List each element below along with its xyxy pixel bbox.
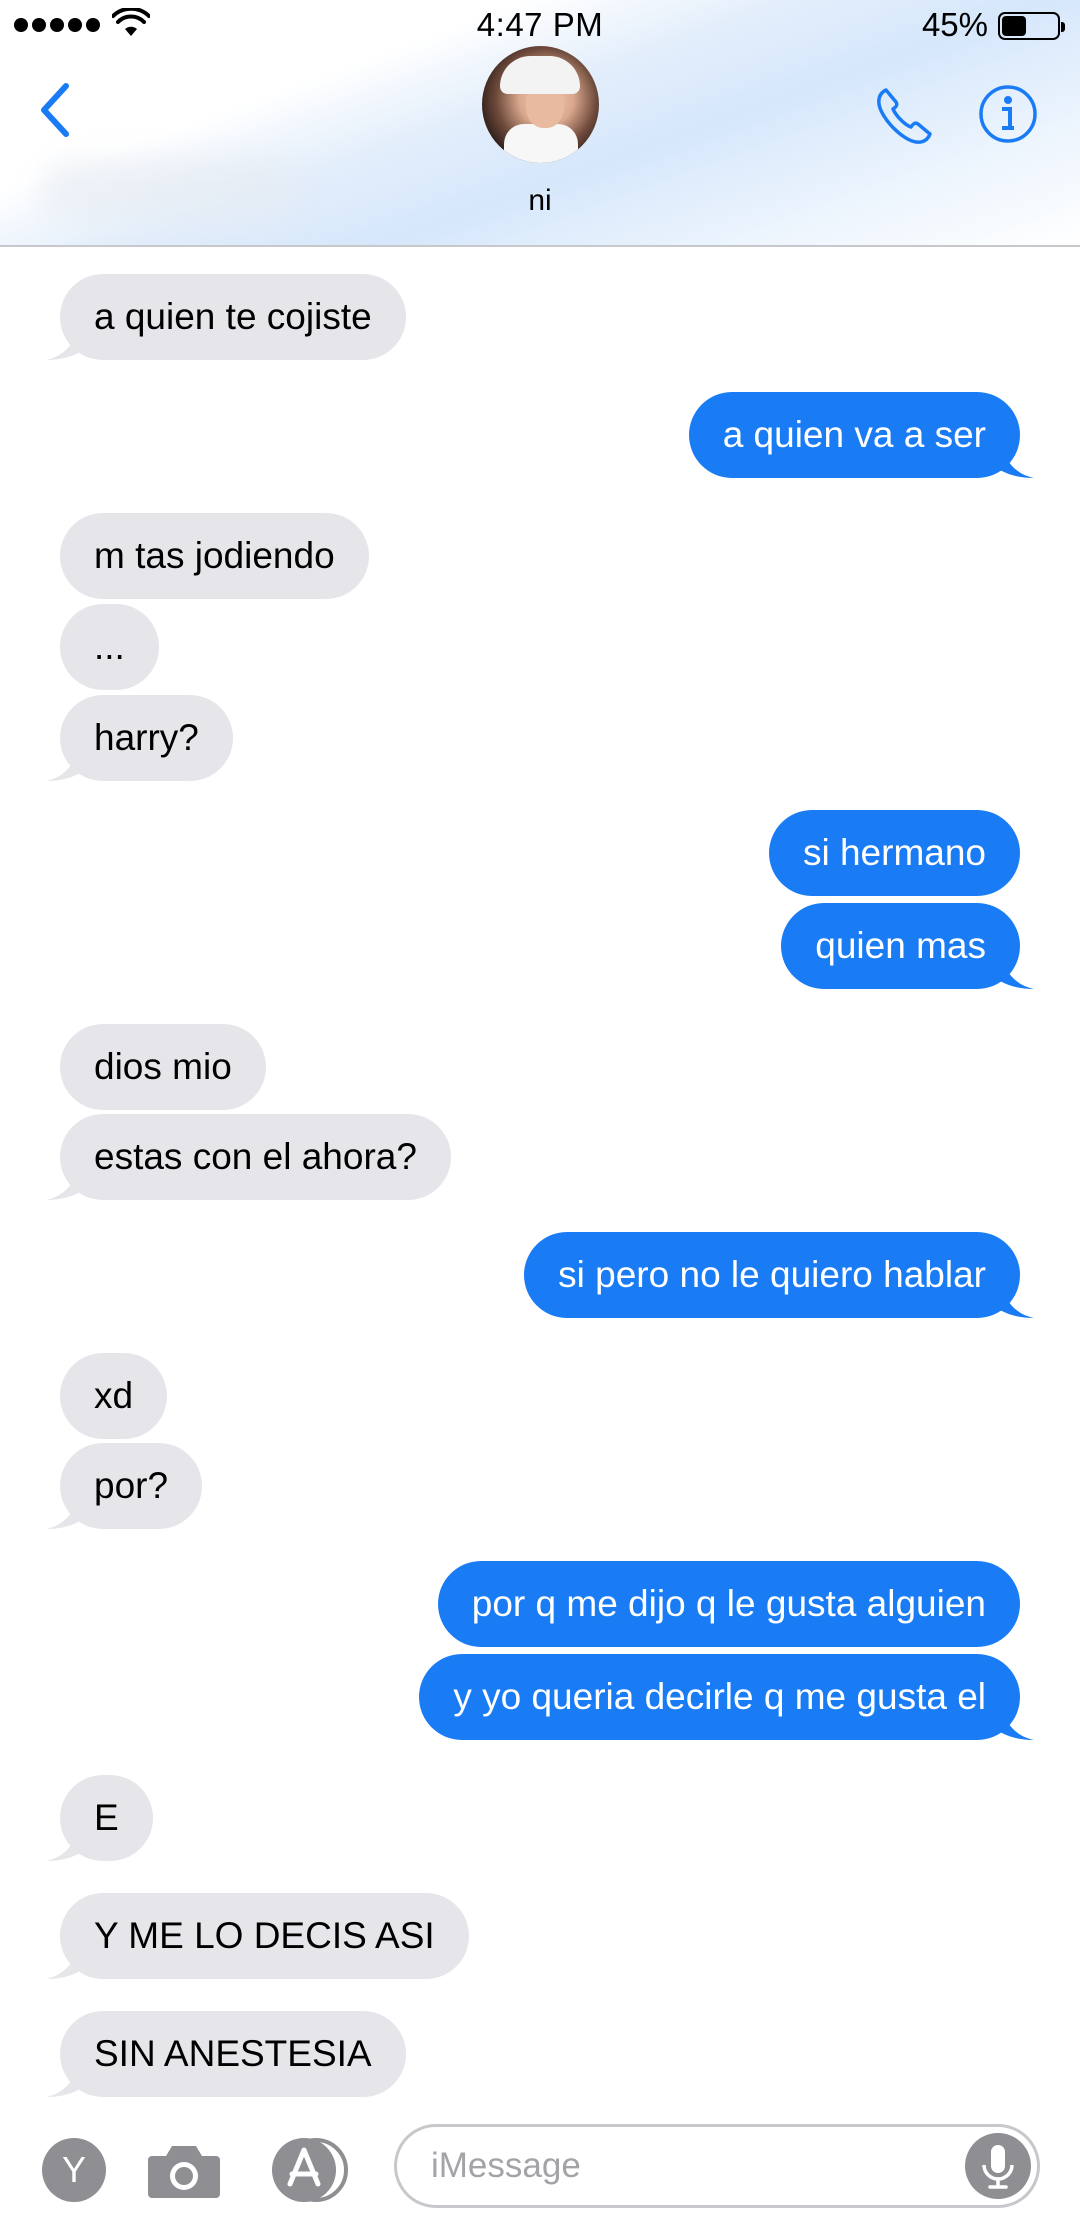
bubble-tail xyxy=(994,1276,1034,1318)
app-store-icon[interactable] xyxy=(270,2136,354,2204)
microphone-icon[interactable] xyxy=(965,2133,1031,2199)
status-bar: 4:47 PM 45% xyxy=(0,0,1080,50)
conversation-header: 4:47 PM 45% ni xyxy=(0,0,1080,247)
outgoing-message[interactable]: por q me dijo q le gusta alguien xyxy=(437,1561,1020,1647)
incoming-message[interactable]: m tas jodiendo xyxy=(60,513,369,599)
phone-icon[interactable] xyxy=(872,84,936,148)
battery-icon xyxy=(998,12,1065,40)
outgoing-message[interactable]: si pero no le quiero hablar xyxy=(524,1232,1020,1318)
incoming-message[interactable]: xd xyxy=(60,1353,168,1439)
battery-percentage: 45% xyxy=(921,6,988,43)
incoming-message[interactable]: SIN ANESTESIA xyxy=(60,2011,406,2097)
bubble-tail xyxy=(46,2055,86,2097)
battery-level-fill xyxy=(1002,16,1026,36)
message-input[interactable] xyxy=(431,2127,971,2205)
bubble-tail xyxy=(46,318,86,360)
bubble-tail xyxy=(46,739,86,781)
message-thread[interactable]: a quien te cojiste a quien va a ser m ta… xyxy=(0,249,1080,2119)
bubble-tail xyxy=(46,1487,86,1529)
info-icon[interactable] xyxy=(978,84,1038,144)
incoming-message[interactable]: a quien te cojiste xyxy=(60,274,406,360)
outgoing-message[interactable]: si hermano xyxy=(768,810,1020,896)
incoming-message[interactable]: ... xyxy=(60,604,159,690)
camera-icon[interactable] xyxy=(146,2140,222,2200)
messages-screen: 4:47 PM 45% ni a quien te cojiste a quie… xyxy=(0,0,1080,2220)
bubble-tail xyxy=(46,1937,86,1979)
outgoing-message[interactable]: a quien va a ser xyxy=(688,392,1020,478)
contact-name[interactable]: ni xyxy=(0,184,1080,218)
bubble-tail xyxy=(46,1819,86,1861)
message-input-field[interactable] xyxy=(394,2124,1040,2208)
status-time: 4:47 PM xyxy=(476,6,604,43)
incoming-message[interactable]: dios mio xyxy=(60,1024,266,1110)
app-y-icon[interactable]: Y xyxy=(42,2138,106,2202)
chevron-left-icon[interactable] xyxy=(36,80,76,140)
bubble-tail xyxy=(46,1158,86,1200)
incoming-message[interactable]: Y ME LO DECIS ASI xyxy=(60,1893,469,1979)
bubble-tail xyxy=(994,436,1034,478)
avatar[interactable] xyxy=(482,46,599,163)
bubble-tail xyxy=(994,947,1034,989)
outgoing-message[interactable]: y yo queria decirle q me gusta el xyxy=(419,1654,1020,1740)
outgoing-message[interactable]: quien mas xyxy=(781,903,1020,989)
compose-bar: Y xyxy=(0,2110,1080,2220)
bubble-tail xyxy=(994,1698,1034,1740)
incoming-message[interactable]: estas con el ahora? xyxy=(60,1114,451,1200)
